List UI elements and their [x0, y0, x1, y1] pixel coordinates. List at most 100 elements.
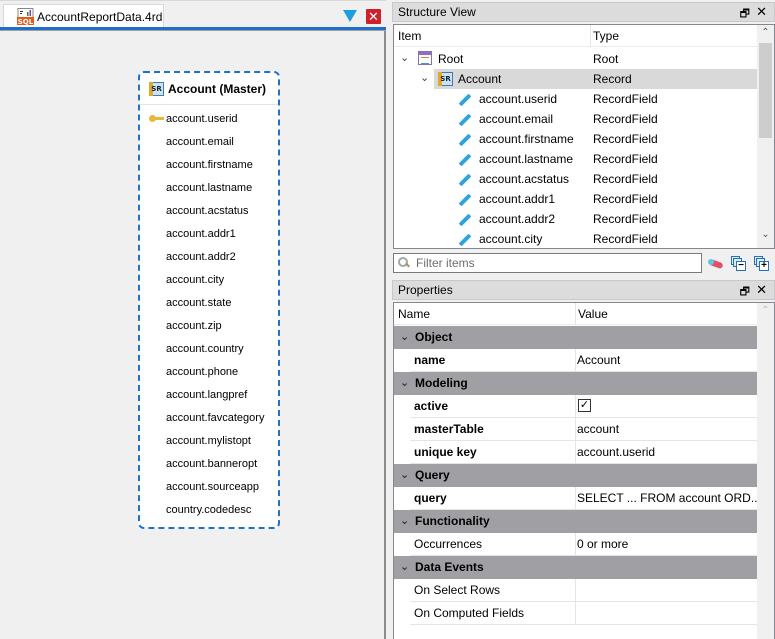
- entity-field[interactable]: account.firstname: [140, 153, 278, 176]
- property-group-data-events[interactable]: ⌄ Data Events: [394, 556, 759, 579]
- column-header-type[interactable]: Type: [593, 29, 619, 43]
- pane-splitter[interactable]: [384, 31, 386, 639]
- scroll-down-arrow-icon[interactable]: ⌄: [757, 229, 774, 246]
- collapse-chevron-icon[interactable]: ⌄: [400, 560, 409, 573]
- expand-all-button[interactable]: +: [754, 256, 770, 272]
- expand-chevron-icon[interactable]: ⌄: [420, 71, 429, 84]
- entity-field[interactable]: account.mylistopt: [140, 429, 278, 452]
- property-value[interactable]: 0 or more: [577, 537, 628, 551]
- property-group-functionality[interactable]: ⌄ Functionality: [394, 510, 759, 533]
- property-group-query[interactable]: ⌄ Query: [394, 464, 759, 487]
- property-value[interactable]: account: [577, 422, 619, 436]
- filter-items-input[interactable]: [416, 256, 696, 270]
- entity-field[interactable]: account.userid: [140, 107, 278, 130]
- structure-scrollbar[interactable]: ⌃ ⌄: [757, 25, 774, 248]
- entity-field[interactable]: account.langpref: [140, 383, 278, 406]
- property-group-object[interactable]: ⌄ Object: [394, 326, 759, 349]
- close-panel-icon[interactable]: ✕: [756, 282, 767, 298]
- property-row[interactable]: unique key account.userid: [394, 441, 759, 464]
- row-gutter: [394, 395, 410, 418]
- tree-row[interactable]: account.lastname RecordField: [394, 149, 759, 169]
- property-row[interactable]: query SELECT ... FROM account ORD...: [394, 487, 761, 510]
- collapse-chevron-icon[interactable]: ⌄: [400, 514, 409, 527]
- tree-item-label: account.addr2: [479, 212, 556, 226]
- entity-field[interactable]: account.favcategory: [140, 406, 278, 429]
- scrollbar-thumb[interactable]: [759, 43, 772, 138]
- entity-field[interactable]: account.sourceapp: [140, 475, 278, 498]
- field-pencil-icon: [458, 213, 472, 227]
- clear-filter-button[interactable]: [707, 256, 724, 272]
- column-separator[interactable]: [575, 303, 576, 325]
- property-value[interactable]: SELECT ... FROM account ORD...: [577, 491, 761, 505]
- row-gutter: [394, 487, 410, 510]
- column-divider: [575, 395, 576, 418]
- column-header-item[interactable]: Item: [398, 29, 421, 43]
- active-checkbox[interactable]: ✓: [578, 399, 591, 412]
- column-divider: [575, 602, 576, 625]
- scroll-up-arrow-icon[interactable]: ⌃: [757, 305, 774, 322]
- entity-field[interactable]: account.lastname: [140, 176, 278, 199]
- collapse-chevron-icon[interactable]: ⌄: [400, 330, 409, 343]
- tree-row[interactable]: ⌄ SR Account Record: [394, 69, 759, 89]
- entity-field-label: account.sourceapp: [166, 480, 259, 493]
- property-group-label: Query: [415, 468, 450, 482]
- tree-row[interactable]: account.acstatus RecordField: [394, 169, 759, 189]
- tree-row[interactable]: account.userid RecordField: [394, 89, 759, 109]
- entity-field[interactable]: account.banneropt: [140, 452, 278, 475]
- property-row[interactable]: name Account: [394, 349, 759, 372]
- structure-tree[interactable]: Item Type ⌄ Root Root ⌄ SR Account Record accou…: [393, 24, 775, 249]
- property-row[interactable]: active ✓: [394, 395, 759, 418]
- close-panel-icon[interactable]: ✕: [756, 4, 767, 20]
- column-header-value[interactable]: Value: [578, 307, 608, 321]
- property-group-modeling[interactable]: ⌄ Modeling: [394, 372, 759, 395]
- close-document-button[interactable]: ✕: [366, 9, 381, 24]
- property-row[interactable]: Occurrences 0 or more: [394, 533, 759, 556]
- entity-field[interactable]: account.state: [140, 291, 278, 314]
- tree-row[interactable]: account.city RecordField: [394, 229, 759, 248]
- entity-field[interactable]: account.country: [140, 337, 278, 360]
- entity-field-label: account.favcategory: [166, 411, 265, 424]
- property-row[interactable]: On Select Rows: [394, 579, 759, 602]
- scroll-up-arrow-icon[interactable]: ⌃: [757, 27, 774, 44]
- property-value[interactable]: account.userid: [577, 445, 655, 459]
- filter-items-field[interactable]: [393, 253, 702, 273]
- property-row[interactable]: On Computed Fields: [394, 602, 759, 625]
- collapse-chevron-icon[interactable]: ⌄: [400, 468, 409, 481]
- entity-field[interactable]: account.zip: [140, 314, 278, 337]
- entity-box-account[interactable]: SR Account (Master) account.userid accoun…: [138, 71, 280, 529]
- field-pencil-icon: [458, 93, 472, 107]
- collapse-chevron-icon[interactable]: ⌄: [400, 376, 409, 389]
- entity-field[interactable]: account.addr2: [140, 245, 278, 268]
- tab-account-report-data[interactable]: SQL AccountReportData.4rd: [3, 4, 164, 28]
- row-gutter: [394, 349, 410, 372]
- tree-row[interactable]: account.addr1 RecordField: [394, 189, 759, 209]
- tree-row[interactable]: account.email RecordField: [394, 109, 759, 129]
- entity-field[interactable]: account.phone: [140, 360, 278, 383]
- expand-chevron-icon[interactable]: ⌄: [400, 51, 409, 64]
- property-name: unique key: [414, 445, 477, 459]
- property-row[interactable]: masterTable account: [394, 418, 759, 441]
- entity-field[interactable]: country.codedesc: [140, 498, 278, 521]
- entity-field-label: account.country: [166, 342, 244, 355]
- entity-field[interactable]: account.city: [140, 268, 278, 291]
- column-separator[interactable]: [590, 25, 591, 47]
- float-panel-icon[interactable]: 🗗: [740, 5, 750, 24]
- tree-row[interactable]: account.firstname RecordField: [394, 129, 759, 149]
- close-icon: ✕: [368, 9, 379, 24]
- properties-scrollbar[interactable]: ⌃: [757, 303, 774, 639]
- column-divider: [575, 533, 576, 556]
- tree-row[interactable]: account.addr2 RecordField: [394, 209, 759, 229]
- entity-header[interactable]: SR Account (Master): [140, 73, 278, 105]
- property-value[interactable]: Account: [577, 353, 620, 367]
- properties-title: Properties: [398, 283, 453, 297]
- filter-triangle-icon[interactable]: [343, 10, 357, 22]
- entity-field[interactable]: account.acstatus: [140, 199, 278, 222]
- field-pencil-icon: [458, 153, 472, 167]
- float-panel-icon[interactable]: 🗗: [740, 283, 750, 302]
- entity-field-label: account.state: [166, 296, 232, 309]
- entity-field[interactable]: account.email: [140, 130, 278, 153]
- column-header-name[interactable]: Name: [398, 307, 430, 321]
- collapse-all-button[interactable]: −: [731, 256, 747, 272]
- tree-row[interactable]: ⌄ Root Root: [394, 49, 759, 69]
- entity-field[interactable]: account.addr1: [140, 222, 278, 245]
